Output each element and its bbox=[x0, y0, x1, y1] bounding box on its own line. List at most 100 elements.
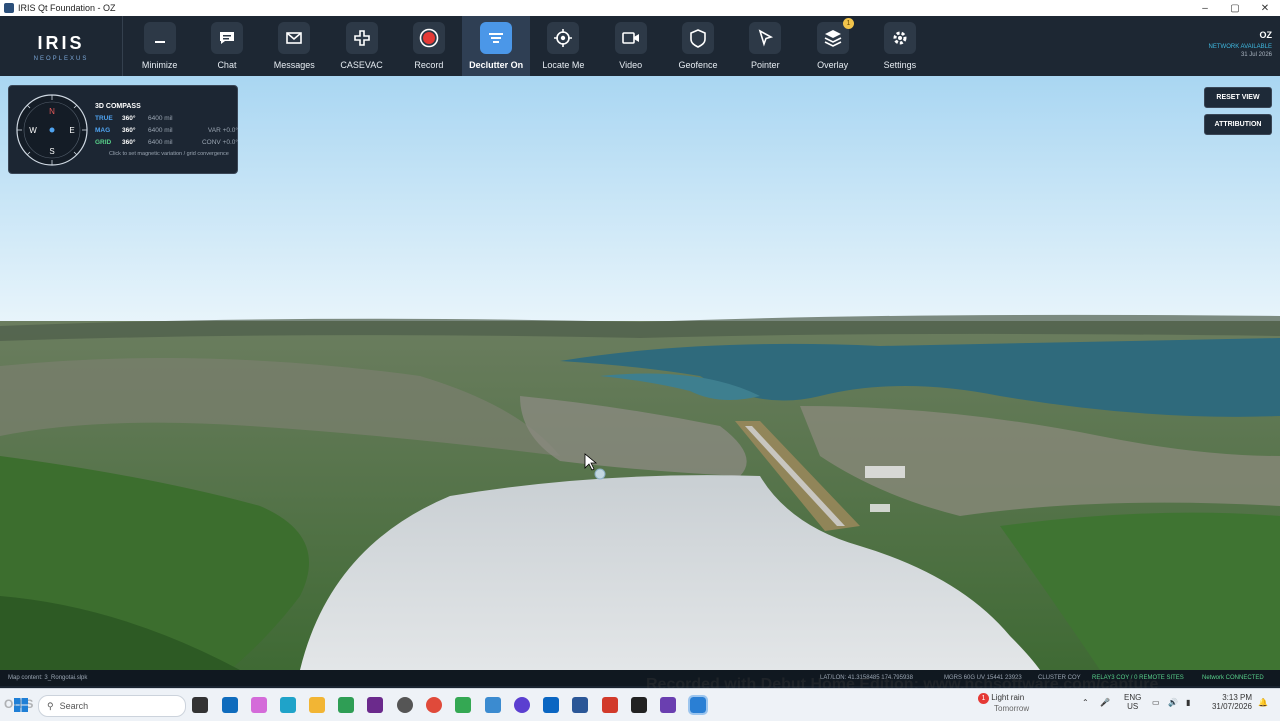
weather-title: Light rain bbox=[991, 693, 1025, 702]
status-map-file: Map content: 3_Rongotai.slpk bbox=[8, 675, 88, 681]
weather-badge: 1 bbox=[978, 693, 989, 704]
declutter-label: Declutter On bbox=[469, 60, 524, 70]
geofence-icon bbox=[682, 22, 715, 54]
user-status: OZ NETWORK AVAILABLE 31 Jul 2026 bbox=[1209, 30, 1272, 58]
copilot-icon[interactable] bbox=[251, 697, 267, 713]
video-button[interactable]: Video bbox=[597, 16, 664, 76]
volume-icon[interactable]: 🔊 bbox=[1168, 698, 1178, 707]
weather-subtitle: Tomorrow bbox=[994, 704, 1030, 713]
locate-me-button[interactable]: Locate Me bbox=[530, 16, 597, 76]
chat-button[interactable]: Chat bbox=[193, 16, 260, 76]
os-taskbar: OH S ⚲ Search 1 Light rain Tomorrow ⌃ 🎤 … bbox=[0, 688, 1280, 721]
outlook-icon[interactable] bbox=[222, 697, 238, 713]
crosshair-icon bbox=[547, 22, 580, 54]
pointer-button[interactable]: Pointer bbox=[732, 16, 799, 76]
windows-start-icon[interactable] bbox=[14, 698, 28, 712]
overlay-badge: 1 bbox=[842, 18, 854, 29]
callsign: OZ bbox=[1259, 30, 1273, 40]
declutter-button[interactable]: Declutter On bbox=[462, 16, 530, 76]
chat-icon bbox=[210, 22, 243, 54]
minimize-label: Minimize bbox=[141, 60, 178, 70]
messages-label: Messages bbox=[273, 60, 315, 70]
minus-icon bbox=[143, 22, 176, 54]
app-blue-icon[interactable] bbox=[485, 697, 501, 713]
compass-title: 3D COMPASS bbox=[95, 103, 141, 110]
record-label: Record bbox=[414, 60, 444, 70]
record-icon bbox=[412, 22, 445, 54]
clock-time: 3:13 PM bbox=[1222, 693, 1252, 702]
brand-name: IRIS bbox=[37, 33, 85, 53]
clock[interactable]: 3:13 PM 31/07/2026 bbox=[1210, 693, 1252, 711]
compass-west: W bbox=[29, 126, 37, 135]
microphone-icon[interactable]: 🎤 bbox=[1100, 698, 1110, 707]
language-indicator[interactable]: ENG US bbox=[1124, 693, 1141, 711]
notification-icon[interactable]: 🔔 bbox=[1258, 698, 1268, 707]
compass-north: N bbox=[49, 107, 55, 116]
app-icon bbox=[4, 3, 14, 13]
chrome-icon[interactable] bbox=[426, 697, 442, 713]
compass-east: E bbox=[69, 126, 74, 135]
reset-view-button[interactable]: RESET VIEW bbox=[1204, 87, 1272, 108]
taskbar-search-input[interactable]: ⚲ Search bbox=[38, 695, 186, 717]
video-icon bbox=[614, 22, 647, 54]
file-explorer-icon[interactable] bbox=[309, 697, 325, 713]
pointer-label: Pointer bbox=[751, 60, 780, 70]
medical-cross-icon bbox=[345, 22, 378, 54]
overlay-label: Overlay bbox=[817, 60, 849, 70]
pdf-icon[interactable] bbox=[602, 697, 618, 713]
weather-widget[interactable]: 1 Light rain Tomorrow bbox=[978, 693, 1029, 713]
geofence-button[interactable]: Geofence bbox=[664, 16, 731, 76]
window-minimize-button[interactable]: – bbox=[1190, 0, 1220, 16]
window-title-bar: IRIS Qt Foundation - OZ – ▢ ✕ bbox=[0, 0, 1280, 16]
display-icon[interactable]: ▭ bbox=[1152, 698, 1160, 707]
linkedin-icon[interactable] bbox=[543, 697, 559, 713]
record-button[interactable]: Record bbox=[395, 16, 462, 76]
messages-button[interactable]: Messages bbox=[261, 16, 328, 76]
minimize-button[interactable]: Minimize bbox=[126, 16, 193, 76]
brand-logo: IRIS NEOPLEXUS bbox=[0, 16, 123, 76]
video-label: Video bbox=[619, 60, 643, 70]
network-status: NETWORK AVAILABLE bbox=[1208, 44, 1272, 50]
app-purple-icon[interactable] bbox=[367, 697, 383, 713]
window-close-button[interactable]: ✕ bbox=[1250, 0, 1280, 16]
app-notify-icon[interactable] bbox=[660, 697, 676, 713]
pointer-icon bbox=[749, 22, 782, 54]
status-network: Network CONNECTED bbox=[1202, 675, 1264, 681]
chevron-up-icon[interactable]: ⌃ bbox=[1082, 698, 1089, 707]
edge-icon[interactable] bbox=[280, 697, 296, 713]
maps-icon[interactable] bbox=[455, 697, 471, 713]
compass-row-true: TRUE 360° 6400 mil bbox=[95, 115, 173, 122]
declutter-icon bbox=[480, 22, 513, 54]
window-maximize-button[interactable]: ▢ bbox=[1220, 0, 1250, 16]
powershell-icon[interactable] bbox=[572, 697, 588, 713]
iris-taskbar-icon[interactable] bbox=[688, 695, 708, 715]
compass-row-mag: MAG 360° 6400 mil VAR +0.0° bbox=[95, 127, 238, 134]
taskview-icon[interactable] bbox=[192, 697, 208, 713]
casevac-label: CASEVAC bbox=[340, 60, 383, 70]
main-toolbar: IRIS NEOPLEXUS Minimize Chat Messages CA… bbox=[0, 16, 1280, 76]
mail-icon bbox=[278, 22, 311, 54]
app-circle-icon[interactable] bbox=[514, 697, 530, 713]
casevac-button[interactable]: CASEVAC bbox=[328, 16, 395, 76]
brand-subtitle: NEOPLEXUS bbox=[33, 56, 89, 62]
settings-label: Settings bbox=[883, 60, 917, 70]
header-date: 31 Jul 2026 bbox=[1240, 52, 1272, 58]
search-placeholder: Search bbox=[59, 701, 89, 711]
app-green-icon[interactable] bbox=[338, 697, 354, 713]
locate-me-label: Locate Me bbox=[542, 60, 585, 70]
settings-button[interactable]: Settings bbox=[866, 16, 933, 76]
compass-panel[interactable]: N S W E 3D COMPASS TRUE 360° 6400 mil MA… bbox=[8, 85, 238, 174]
search-icon: ⚲ bbox=[47, 700, 54, 711]
compass-dial-icon: N S W E bbox=[16, 94, 88, 166]
geofence-label: Geofence bbox=[678, 60, 718, 70]
terminal-icon[interactable] bbox=[631, 697, 647, 713]
attribution-button[interactable]: ATTRIBUTION bbox=[1204, 114, 1272, 135]
overlay-button[interactable]: 1 Overlay bbox=[799, 16, 866, 76]
compass-hint: Click to set magnetic variation / grid c… bbox=[109, 151, 229, 157]
clock-date: 31/07/2026 bbox=[1211, 702, 1252, 711]
gear-icon bbox=[883, 22, 916, 54]
chat-label: Chat bbox=[217, 60, 237, 70]
battery-icon[interactable]: ▮ bbox=[1186, 698, 1190, 707]
window-title: IRIS Qt Foundation - OZ bbox=[18, 3, 116, 13]
dell-icon[interactable] bbox=[397, 697, 413, 713]
